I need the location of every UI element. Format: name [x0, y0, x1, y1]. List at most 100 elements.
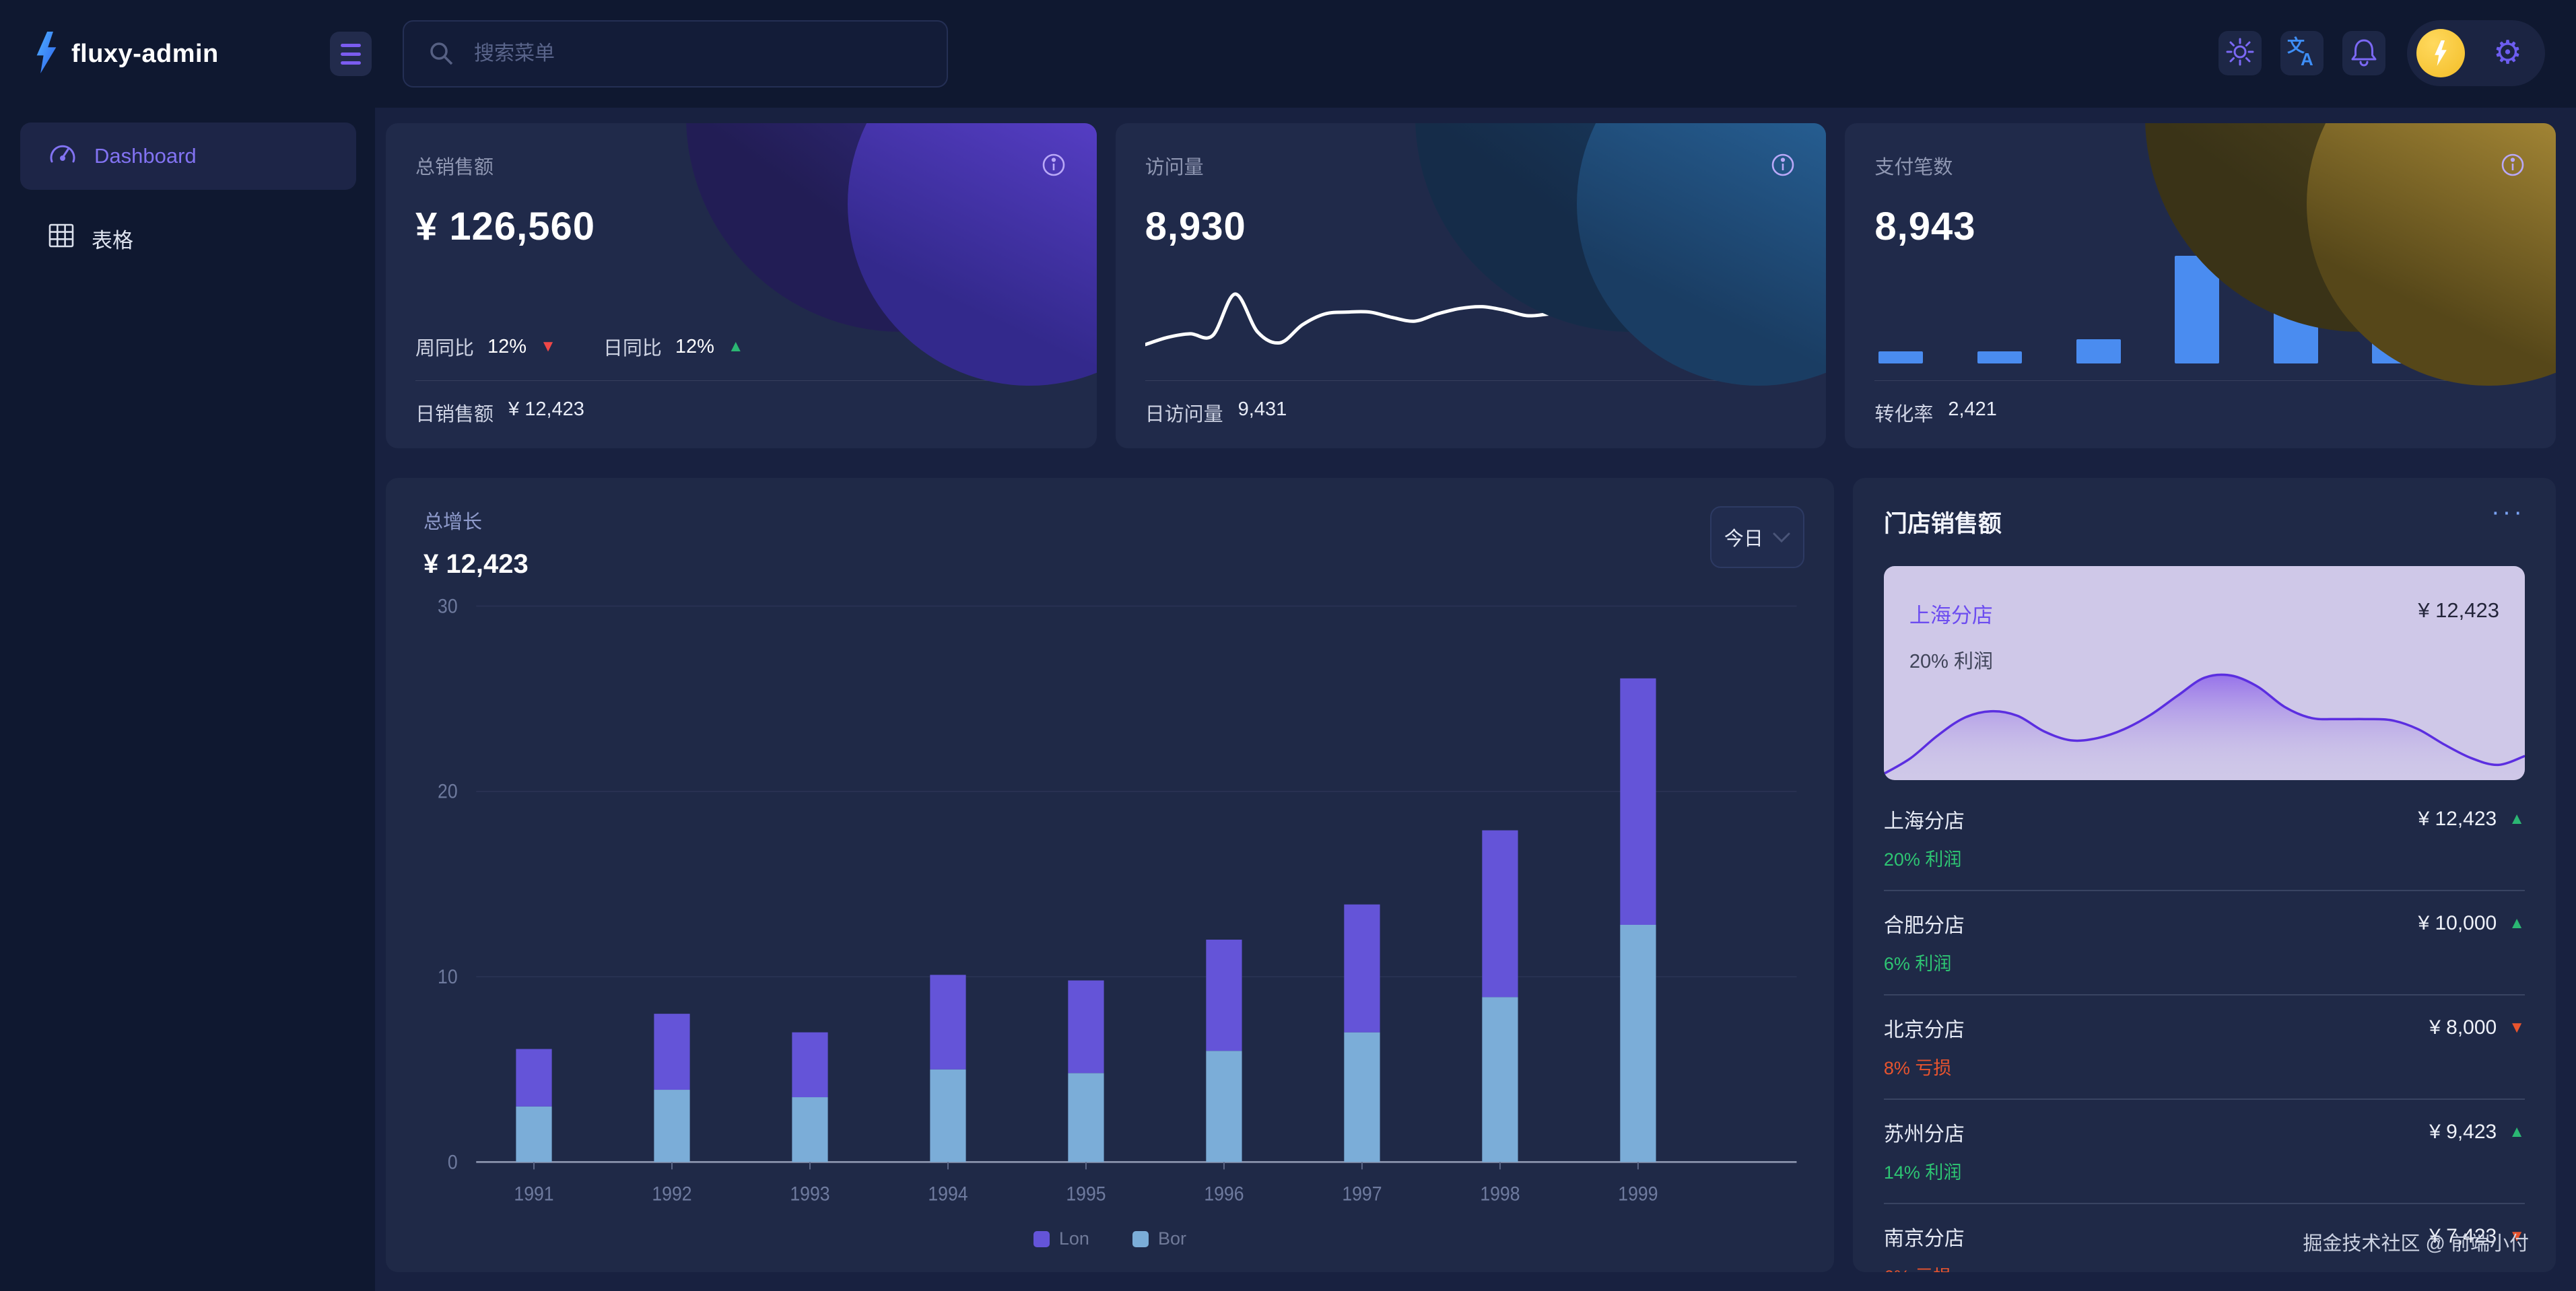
bar-bor-1991[interactable]	[516, 1107, 551, 1162]
store-name: 苏州分店	[1884, 1117, 1965, 1147]
bar-bor-1999[interactable]	[1620, 925, 1656, 1162]
bar-lon-1994[interactable]	[930, 975, 965, 1069]
sidebar-item-label: Dashboard	[94, 144, 197, 168]
bar-lon-1991[interactable]	[516, 1049, 551, 1106]
store-name: 合肥分店	[1884, 909, 1965, 938]
search-icon	[428, 40, 455, 71]
more-options-icon[interactable]: ···	[2491, 505, 2525, 520]
x-tick-label: 1992	[652, 1183, 691, 1205]
store-profit: 8% 亏损	[1884, 1053, 2525, 1080]
store-value: ¥ 8,000	[2429, 1016, 2497, 1039]
search-box	[403, 20, 948, 88]
watermark-text: 掘金技术社区 @ 前端小付	[2303, 1228, 2529, 1256]
chart-value: ¥ 12,423	[423, 549, 529, 580]
info-icon[interactable]	[1769, 151, 1796, 182]
bar-bor-1996[interactable]	[1206, 1051, 1242, 1162]
legend-swatch	[1132, 1231, 1149, 1247]
bar-bor-1998[interactable]	[1482, 997, 1518, 1162]
store-profit: 6% 亏损	[1884, 1262, 2525, 1272]
avatar-lightning-icon	[2432, 40, 2449, 66]
language-switch-button[interactable]: 文 A	[2280, 31, 2324, 75]
sidebar-item-table[interactable]: 表格	[20, 205, 356, 272]
svg-text:A: A	[2301, 49, 2313, 68]
sun-icon	[2225, 36, 2256, 71]
card-title: 访问量	[1145, 151, 1797, 180]
bar-bor-1993[interactable]	[792, 1097, 827, 1162]
translate-icon: 文 A	[2286, 36, 2318, 71]
dashboard-app: fluxy-admin	[0, 0, 2576, 1291]
dashboard-gauge-icon	[48, 140, 77, 172]
sidebar-item-dashboard[interactable]: Dashboard	[20, 123, 356, 190]
bar-bor-1995[interactable]	[1068, 1073, 1104, 1162]
bar-bor-1997[interactable]	[1344, 1033, 1380, 1162]
card-value: 8,943	[1874, 204, 2526, 249]
store-profit: 20% 利润	[1884, 845, 2525, 871]
search-input[interactable]	[403, 20, 948, 88]
arrow-up-icon: ▲	[2509, 810, 2525, 829]
topbar-actions: 文 A ⚙	[2218, 20, 2545, 86]
legend-label: Lon	[1059, 1228, 1089, 1249]
payments-card: 支付笔数 8,943 转化率 2,421	[1845, 123, 2556, 448]
lightning-logo-icon	[32, 32, 61, 77]
card-value: ¥ 126,560	[415, 204, 1067, 249]
legend-item-lon[interactable]: Lon	[1033, 1228, 1089, 1249]
menu-toggle-button[interactable]	[330, 32, 372, 76]
chart-legend: Lon Bor	[386, 1228, 1834, 1272]
store-profit: 6% 利润	[1884, 949, 2525, 975]
store-row-2: 合肥分店¥ 10,000▲6% 利润	[1884, 891, 2525, 996]
y-tick-label: 30	[438, 595, 458, 617]
main-content: 总销售额 ¥ 126,560 周同比 12% ▼ 日同比 12% ▲	[375, 108, 2576, 1291]
sidebar: Dashboard 表格	[0, 108, 375, 1291]
stat-cards-row: 总销售额 ¥ 126,560 周同比 12% ▼ 日同比 12% ▲	[386, 123, 2556, 448]
y-tick-label: 10	[438, 966, 458, 988]
growth-chart-header: 总增长 ¥ 12,423 今日	[386, 478, 1834, 580]
x-tick-label: 1999	[1618, 1183, 1658, 1205]
featured-store-name: 上海分店	[1909, 598, 1993, 629]
bell-icon	[2349, 36, 2379, 71]
growth-bar-chart: 3020100199119921993199419951996199719981…	[386, 580, 1834, 1228]
store-value: ¥ 12,423	[2418, 808, 2497, 831]
bar-bor-1992[interactable]	[654, 1090, 689, 1162]
bar-lon-1993[interactable]	[792, 1033, 827, 1097]
card-title: 总销售额	[415, 151, 1067, 180]
notifications-button[interactable]	[2342, 31, 2385, 75]
featured-store-card: 上海分店 ¥ 12,423 20% 利润	[1884, 566, 2525, 780]
settings-gear-icon[interactable]: ⚙	[2493, 37, 2522, 69]
info-icon[interactable]	[1040, 151, 1067, 182]
bar-lon-1997[interactable]	[1344, 905, 1380, 1033]
y-tick-label: 0	[448, 1151, 458, 1173]
featured-store-profit: 20% 利润	[1909, 646, 1993, 674]
store-name: 北京分店	[1884, 1013, 1965, 1043]
bar-lon-1992[interactable]	[654, 1014, 689, 1090]
legend-swatch	[1033, 1231, 1050, 1247]
growth-chart-card: 总增长 ¥ 12,423 今日 302010019911992199319941…	[386, 478, 1834, 1272]
user-avatar[interactable]	[2416, 29, 2465, 77]
store-row-1: 上海分店¥ 12,423▲20% 利润	[1884, 787, 2525, 891]
total-sales-card: 总销售额 ¥ 126,560 周同比 12% ▼ 日同比 12% ▲	[386, 123, 1097, 448]
store-list: 上海分店¥ 12,423▲20% 利润合肥分店¥ 10,000▲6% 利润北京分…	[1884, 787, 2525, 1272]
bar-lon-1996[interactable]	[1206, 940, 1242, 1051]
bar-lon-1999[interactable]	[1620, 678, 1656, 925]
x-tick-label: 1997	[1342, 1183, 1382, 1205]
date-range-dropdown[interactable]: 今日	[1710, 506, 1804, 568]
info-icon[interactable]	[2499, 151, 2526, 182]
x-tick-label: 1994	[928, 1183, 968, 1205]
featured-store-value: ¥ 12,423	[2418, 598, 2499, 623]
legend-item-bor[interactable]: Bor	[1132, 1228, 1186, 1249]
lower-row: 总增长 ¥ 12,423 今日 302010019911992199319941…	[386, 478, 2556, 1272]
x-tick-label: 1998	[1480, 1183, 1520, 1205]
store-row-4: 苏州分店¥ 9,423▲14% 利润	[1884, 1100, 2525, 1204]
brand-logo: fluxy-admin	[32, 32, 322, 77]
chart-title: 总增长	[423, 506, 529, 534]
bar-lon-1995[interactable]	[1068, 981, 1104, 1074]
card-value: 8,930	[1145, 204, 1797, 249]
store-sales-panel: 门店销售额 ··· 上海分店 ¥ 12,423 20% 利润 上海分店¥ 12,…	[1853, 478, 2556, 1272]
arrow-up-icon: ▲	[2509, 914, 2525, 933]
x-tick-label: 1996	[1204, 1183, 1244, 1205]
bar-lon-1998[interactable]	[1482, 831, 1518, 998]
bar-bor-1994[interactable]	[930, 1070, 965, 1162]
theme-toggle-button[interactable]	[2218, 31, 2262, 75]
brand-name: fluxy-admin	[71, 40, 219, 69]
user-pill: ⚙	[2407, 20, 2545, 86]
visits-card: 访问量 8,930 日访问量 9,431	[1116, 123, 1827, 448]
